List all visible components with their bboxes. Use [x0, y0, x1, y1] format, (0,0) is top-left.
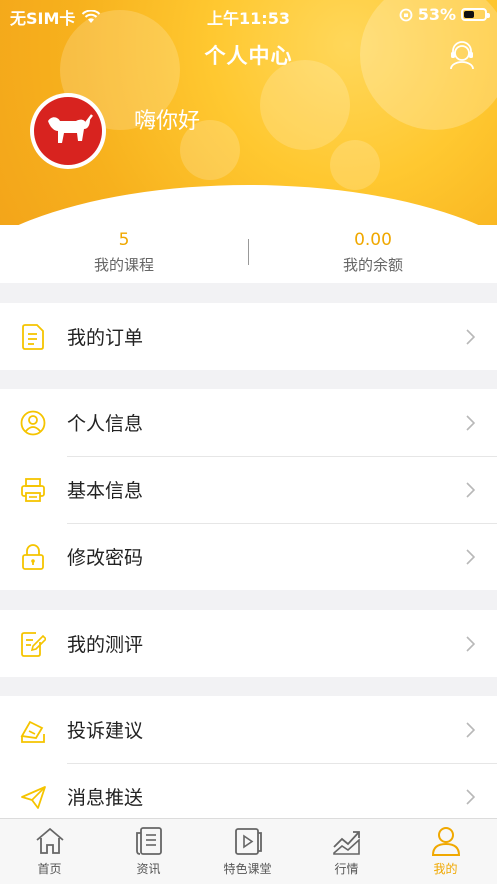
chevron-right-icon	[466, 482, 475, 498]
tab-mine[interactable]: 我的	[396, 825, 495, 877]
lock-icon	[22, 544, 44, 570]
bokeh-decoration	[260, 60, 350, 150]
tab-home[interactable]: 首页	[0, 825, 99, 877]
menu-group-account: 个人信息 基本信息 修改密码	[0, 389, 497, 590]
menu-group-evaluation: 我的测评	[0, 610, 497, 677]
balance-amount: 0.00	[354, 230, 392, 250]
bokeh-decoration	[330, 140, 380, 190]
menu-group-feedback: 投诉建议 消息推送	[0, 696, 497, 818]
news-icon	[135, 827, 162, 855]
menu-label: 消息推送	[67, 787, 144, 809]
header-curve	[0, 185, 497, 225]
customer-service-icon[interactable]	[447, 40, 477, 70]
menu-item-change-password[interactable]: 修改密码	[0, 523, 497, 590]
menu-item-evaluation[interactable]: 我的测评	[0, 610, 497, 677]
tab-label: 行情	[334, 862, 359, 876]
chevron-right-icon	[466, 415, 475, 431]
tab-label: 我的	[433, 862, 458, 876]
battery-percent: 53%	[417, 5, 456, 24]
bull-logo-icon	[48, 114, 93, 143]
courses-count: 5	[118, 230, 130, 250]
tab-label: 特色课堂	[223, 862, 272, 876]
video-icon	[234, 828, 262, 855]
menu-group-orders: 我的订单	[0, 303, 497, 370]
home-icon	[35, 827, 64, 854]
chevron-right-icon	[466, 549, 475, 565]
menu-item-personal-info[interactable]: 个人信息	[0, 389, 497, 456]
tab-market[interactable]: 行情	[297, 825, 396, 877]
chevron-right-icon	[466, 789, 475, 805]
battery-icon	[461, 8, 490, 21]
my-courses-stat[interactable]: 5 我的课程	[0, 230, 248, 275]
chevron-right-icon	[466, 722, 475, 738]
feedback-icon	[20, 720, 45, 743]
chevron-right-icon	[466, 636, 475, 652]
document-icon	[22, 324, 44, 350]
menu-item-basic-info[interactable]: 基本信息	[0, 456, 497, 523]
chevron-right-icon	[466, 329, 475, 345]
balance-label: 我的余额	[342, 256, 403, 274]
paper-plane-icon	[21, 786, 46, 809]
menu-label: 基本信息	[67, 480, 144, 502]
page-title: 个人中心	[204, 44, 293, 68]
tab-news[interactable]: 资讯	[99, 825, 198, 877]
menu-item-complaints[interactable]: 投诉建议	[0, 696, 497, 763]
tab-courses[interactable]: 特色课堂	[198, 825, 297, 877]
avatar[interactable]	[30, 93, 106, 169]
rotation-lock-icon	[399, 8, 413, 21]
courses-label: 我的课程	[93, 256, 154, 274]
greeting-text: 嗨你好	[134, 109, 201, 134]
menu-label: 修改密码	[67, 547, 144, 569]
tab-label: 首页	[37, 862, 62, 876]
menu-item-messages[interactable]: 消息推送	[0, 763, 497, 818]
printer-icon	[21, 478, 45, 502]
tab-bar: 首页 资讯 特色课堂 行情 我的	[0, 818, 497, 884]
user-icon	[431, 827, 460, 856]
menu-label: 我的测评	[67, 634, 144, 656]
menu-label: 我的订单	[67, 327, 144, 349]
stats-bar: 5 我的课程 0.00 我的余额	[0, 225, 497, 283]
menu-label: 个人信息	[67, 413, 144, 435]
tab-label: 资讯	[136, 862, 161, 876]
user-circle-icon	[20, 410, 46, 436]
trend-chart-icon	[332, 831, 360, 855]
menu-item-orders[interactable]: 我的订单	[0, 303, 497, 370]
menu-label: 投诉建议	[67, 720, 144, 742]
status-bar: 无SIM卡 上午11:53 53%	[0, 0, 497, 30]
profile-header: 无SIM卡 上午11:53 53% 个人中心 嗨你好	[0, 0, 497, 225]
my-balance-stat[interactable]: 0.00 我的余额	[249, 230, 497, 275]
edit-document-icon	[21, 632, 46, 657]
